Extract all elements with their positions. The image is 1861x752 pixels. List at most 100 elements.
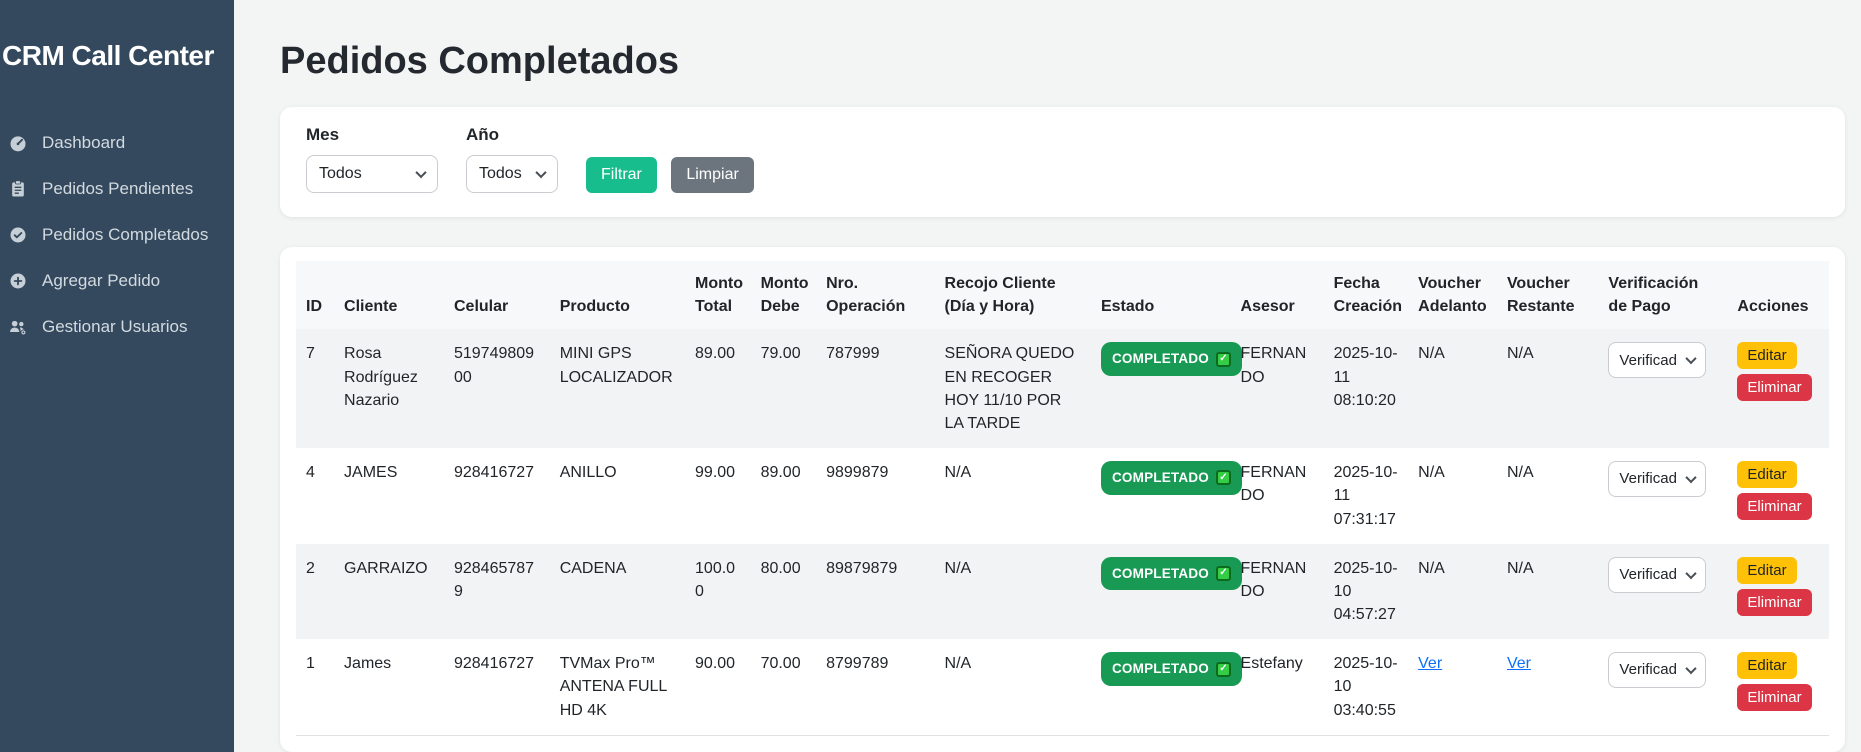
eliminar-button[interactable]: Eliminar xyxy=(1737,374,1811,401)
col-header-voucher-restante: Voucher Restante xyxy=(1497,261,1598,329)
cell-celular: 51974980900 xyxy=(454,345,534,385)
cell-voucher-adelanto[interactable]: Ver xyxy=(1418,655,1442,672)
cell-cliente: JAMES xyxy=(344,464,397,481)
verificacion-select-value: Verificado xyxy=(1619,350,1677,372)
chevron-down-icon xyxy=(1686,353,1697,364)
editar-button[interactable]: Editar xyxy=(1737,342,1796,369)
status-badge-label: COMPLETADO xyxy=(1112,564,1209,584)
orders-table: ID Cliente Celular Producto Monto Total … xyxy=(296,261,1829,736)
cell-nro-operacion: 9899879 xyxy=(826,464,888,481)
col-header-verificacion-pago: Verificación de Pago xyxy=(1598,261,1727,329)
verificacion-select[interactable]: Verificado xyxy=(1608,461,1706,497)
cell-celular: 928416727 xyxy=(454,464,534,481)
cell-recojo: N/A xyxy=(945,655,972,672)
col-header-acciones: Acciones xyxy=(1727,261,1829,329)
editar-button[interactable]: Editar xyxy=(1737,652,1796,679)
cell-id: 2 xyxy=(306,560,315,577)
cell-monto-debe: 89.00 xyxy=(761,464,801,481)
status-badge: COMPLETADO ✓ xyxy=(1101,461,1242,495)
plus-circle-icon xyxy=(8,271,28,291)
filtrar-button[interactable]: Filtrar xyxy=(586,157,657,193)
cell-cliente: James xyxy=(344,655,391,672)
cell-voucher-restante[interactable]: Ver xyxy=(1507,655,1531,672)
cell-monto-total: 89.00 xyxy=(695,345,735,362)
eliminar-button[interactable]: Eliminar xyxy=(1737,589,1811,616)
limpiar-button[interactable]: Limpiar xyxy=(671,157,753,193)
gauge-icon xyxy=(8,133,28,153)
eliminar-button[interactable]: Eliminar xyxy=(1737,684,1811,711)
orders-table-body: 7 Rosa Rodríguez Nazario 51974980900 MIN… xyxy=(296,329,1829,735)
editar-button[interactable]: Editar xyxy=(1737,557,1796,584)
cell-voucher-adelanto: N/A xyxy=(1418,560,1445,577)
row-actions: Editar Eliminar xyxy=(1737,342,1819,401)
filter-buttons: Filtrar Limpiar xyxy=(586,157,754,193)
cell-asesor: Estefany xyxy=(1241,655,1303,672)
cell-fecha-creacion: 2025-10-10 03:40:55 xyxy=(1334,655,1398,718)
cell-id: 4 xyxy=(306,464,315,481)
cell-fecha-creacion: 2025-10-10 04:57:27 xyxy=(1334,560,1398,623)
cell-recojo: N/A xyxy=(945,464,972,481)
cell-asesor: FERNANDO xyxy=(1241,345,1307,385)
editar-button[interactable]: Editar xyxy=(1737,461,1796,488)
col-header-asesor: Asesor xyxy=(1231,261,1324,329)
row-actions: Editar Eliminar xyxy=(1737,557,1819,616)
status-badge-label: COMPLETADO xyxy=(1112,349,1209,369)
table-row: 7 Rosa Rodríguez Nazario 51974980900 MIN… xyxy=(296,329,1829,448)
sidebar-item-label: Agregar Pedido xyxy=(42,271,160,291)
status-badge: COMPLETADO ✓ xyxy=(1101,342,1242,376)
mes-select[interactable]: Todos xyxy=(306,155,438,193)
sidebar-item-label: Dashboard xyxy=(42,133,125,153)
sidebar-item-label: Gestionar Usuarios xyxy=(42,317,188,337)
cell-id: 1 xyxy=(306,655,315,672)
filter-group-mes: Mes Todos xyxy=(306,125,438,193)
cell-nro-operacion: 8799789 xyxy=(826,655,888,672)
clipboard-icon xyxy=(8,179,28,199)
sidebar-item-agregar-pedido[interactable]: Agregar Pedido xyxy=(2,258,228,304)
status-badge-label: COMPLETADO xyxy=(1112,659,1209,679)
cell-cliente: Rosa Rodríguez Nazario xyxy=(344,345,418,408)
cell-nro-operacion: 89879879 xyxy=(826,560,897,577)
row-actions: Editar Eliminar xyxy=(1737,461,1819,520)
verificacion-select-value: Verificado xyxy=(1619,659,1677,681)
col-header-fecha-creacion: Fecha Creación xyxy=(1324,261,1409,329)
check-emoji-icon: ✓ xyxy=(1216,662,1231,677)
sidebar-item-pedidos-completados[interactable]: Pedidos Completados xyxy=(2,212,228,258)
eliminar-button[interactable]: Eliminar xyxy=(1737,493,1811,520)
verificacion-select[interactable]: Verificado xyxy=(1608,557,1706,593)
filter-card: Mes Todos Año Todos Filtrar Limpiar xyxy=(280,107,1845,217)
cell-producto: CADENA xyxy=(560,560,627,577)
cell-producto: MINI GPS LOCALIZADOR xyxy=(560,345,673,385)
table-row: 2 GARRAIZO 9284657879 CADENA 100.00 80.0… xyxy=(296,544,1829,640)
cell-fecha-creacion: 2025-10-11 08:10:20 xyxy=(1334,345,1398,408)
col-header-id: ID xyxy=(296,261,334,329)
verificacion-select[interactable]: Verificado xyxy=(1608,342,1706,378)
col-header-voucher-adelanto: Voucher Adelanto xyxy=(1408,261,1497,329)
sidebar-item-pedidos-pendientes[interactable]: Pedidos Pendientes xyxy=(2,166,228,212)
col-header-cliente: Cliente xyxy=(334,261,444,329)
table-row: 4 JAMES 928416727 ANILLO 99.00 89.00 989… xyxy=(296,448,1829,544)
chevron-down-icon xyxy=(1686,472,1697,483)
sidebar-item-dashboard[interactable]: Dashboard xyxy=(2,120,228,166)
cell-nro-operacion: 787999 xyxy=(826,345,879,362)
verificacion-select-value: Verificado xyxy=(1619,564,1677,586)
status-badge-label: COMPLETADO xyxy=(1112,468,1209,488)
sidebar-nav: Dashboard Pedidos Pendientes Pedidos Com… xyxy=(2,120,228,350)
chevron-down-icon xyxy=(1686,568,1697,579)
verificacion-select[interactable]: Verificado xyxy=(1608,652,1706,688)
mes-label: Mes xyxy=(306,125,438,145)
sidebar: CRM Call Center Dashboard Pedidos Pendie… xyxy=(0,0,234,752)
ano-select[interactable]: Todos xyxy=(466,155,558,193)
cell-monto-debe: 79.00 xyxy=(761,345,801,362)
cell-voucher-adelanto: N/A xyxy=(1418,345,1445,362)
users-gear-icon xyxy=(8,317,28,337)
table-row: 1 James 928416727 TVMax Pro™ ANTENA FULL… xyxy=(296,639,1829,735)
app-title: CRM Call Center xyxy=(2,40,228,72)
cell-voucher-restante: N/A xyxy=(1507,560,1534,577)
ano-select-value: Todos xyxy=(479,165,522,183)
col-header-celular: Celular xyxy=(444,261,550,329)
cell-monto-total: 99.00 xyxy=(695,464,735,481)
check-circle-icon xyxy=(8,225,28,245)
sidebar-item-gestionar-usuarios[interactable]: Gestionar Usuarios xyxy=(2,304,228,350)
check-emoji-icon: ✓ xyxy=(1216,470,1231,485)
cell-producto: ANILLO xyxy=(560,464,617,481)
